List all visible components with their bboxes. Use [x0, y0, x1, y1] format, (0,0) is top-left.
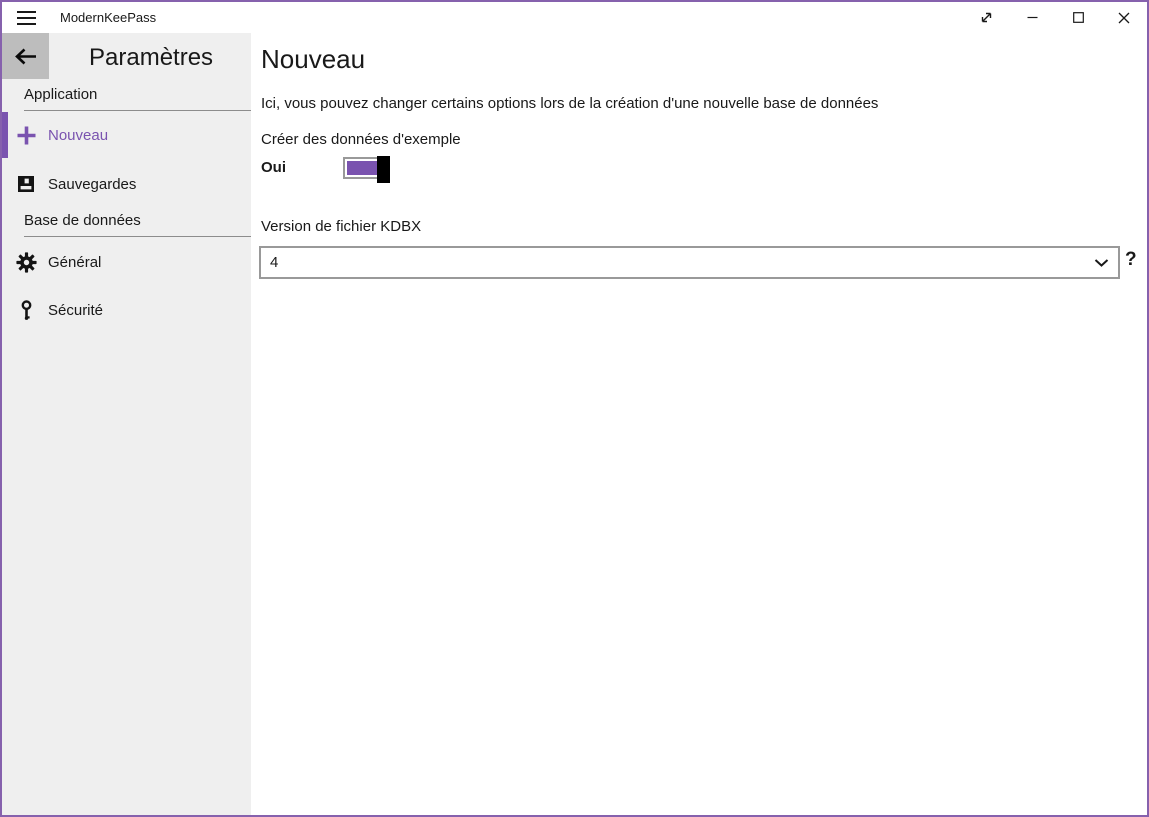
- app-body: Paramètres Application Nouveau Sauvegard…: [2, 33, 1147, 815]
- key-icon: [15, 299, 37, 321]
- sample-data-toggle-switch[interactable]: [343, 157, 390, 179]
- sidebar-item-label: Nouveau: [48, 127, 108, 144]
- sidebar-item-general[interactable]: Général: [2, 239, 251, 285]
- diagonal-resize-icon: [980, 11, 993, 24]
- section-label-base-de-donnees: Base de données: [24, 212, 251, 237]
- minimize-icon: [1027, 12, 1038, 23]
- close-icon: [1118, 12, 1130, 24]
- app-window: ModernKeePass Paramètres Application: [0, 0, 1149, 817]
- toggle-thumb: [377, 156, 390, 183]
- sample-data-toggle-state: Oui: [261, 159, 286, 176]
- settings-sidebar: Paramètres Application Nouveau Sauvegard…: [2, 33, 251, 815]
- titlebar: ModernKeePass: [2, 2, 1147, 33]
- sidebar-item-sauvegardes[interactable]: Sauvegardes: [2, 161, 251, 207]
- app-title: ModernKeePass: [60, 10, 156, 25]
- kdbx-help-button[interactable]: ?: [1125, 249, 1137, 271]
- sidebar-item-securite[interactable]: Sécurité: [2, 287, 251, 333]
- hamburger-menu-button[interactable]: [2, 2, 50, 33]
- kdbx-version-dropdown[interactable]: 4: [259, 246, 1120, 279]
- settings-content: Nouveau Ici, vous pouvez changer certain…: [251, 33, 1147, 815]
- kdbx-version-value: 4: [270, 254, 278, 271]
- window-controls: [963, 2, 1147, 33]
- hamburger-icon: [17, 11, 36, 25]
- page-title: Nouveau: [261, 44, 365, 75]
- minimize-button[interactable]: [1009, 2, 1055, 33]
- fullscreen-button[interactable]: [963, 2, 1009, 33]
- page-description: Ici, vous pouvez changer certains option…: [261, 95, 878, 112]
- sidebar-item-label: Sécurité: [48, 302, 103, 319]
- gear-icon: [15, 251, 37, 273]
- settings-pane-title: Paramètres: [89, 44, 213, 72]
- sidebar-item-label: Général: [48, 254, 101, 271]
- chevron-down-icon: [1094, 258, 1109, 267]
- kdbx-version-label: Version de fichier KDBX: [261, 218, 421, 235]
- maximize-button[interactable]: [1055, 2, 1101, 33]
- sidebar-item-label: Sauvegardes: [48, 176, 136, 193]
- maximize-icon: [1073, 12, 1084, 23]
- back-arrow-icon: [14, 48, 38, 65]
- close-button[interactable]: [1101, 2, 1147, 33]
- save-icon: [15, 173, 37, 195]
- back-button[interactable]: [2, 33, 49, 79]
- section-label-application: Application: [24, 86, 251, 111]
- selection-indicator: [2, 112, 8, 158]
- plus-icon: [15, 124, 37, 146]
- sidebar-item-nouveau[interactable]: Nouveau: [2, 112, 251, 158]
- sample-data-toggle-label: Créer des données d'exemple: [261, 131, 461, 148]
